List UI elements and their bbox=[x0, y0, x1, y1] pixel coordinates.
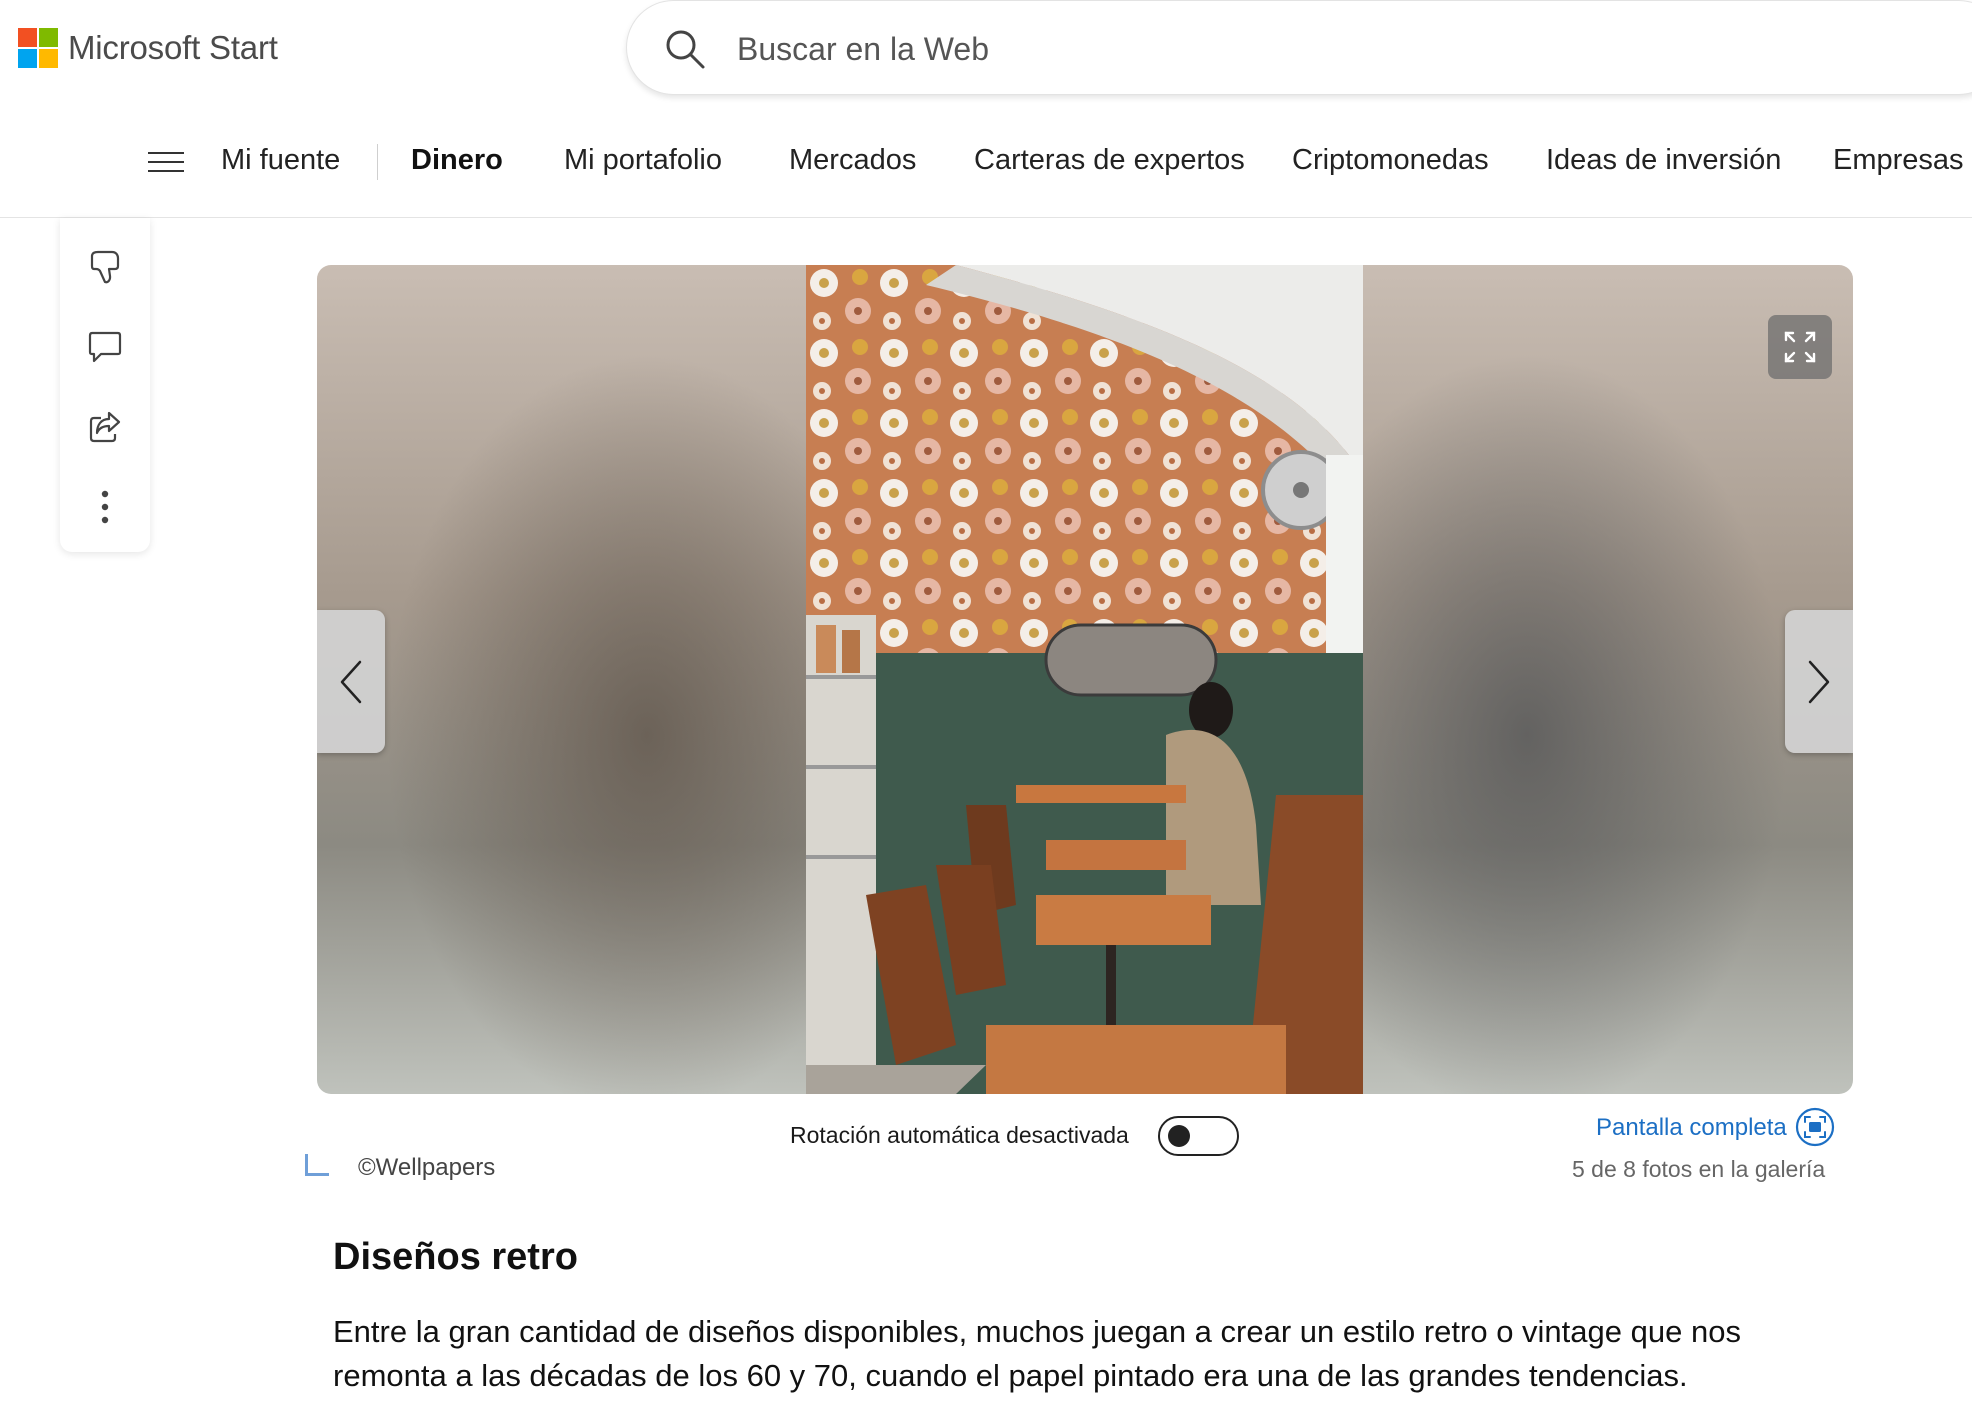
category-nav: Mi fuente Dinero Mi portafolio Mercados … bbox=[0, 134, 1972, 218]
next-photo-button[interactable] bbox=[1785, 610, 1853, 753]
search-bar[interactable] bbox=[626, 0, 1972, 95]
article-paragraph: Entre la gran cantidad de diseños dispon… bbox=[333, 1314, 1741, 1393]
nav-item-empresas[interactable]: Empresas bbox=[1833, 144, 1964, 177]
comment-button[interactable] bbox=[82, 324, 128, 370]
more-options-icon bbox=[101, 490, 109, 524]
fullscreen-icon[interactable] bbox=[1795, 1107, 1835, 1147]
expand-icon bbox=[1784, 331, 1816, 363]
brand-name: Microsoft Start bbox=[68, 29, 278, 66]
action-rail bbox=[60, 218, 150, 552]
more-options-button[interactable] bbox=[82, 484, 128, 530]
fullscreen-link[interactable]: Pantalla completa bbox=[1596, 1114, 1787, 1142]
nav-item-carteras-de-expertos[interactable]: Carteras de expertos bbox=[974, 144, 1245, 177]
menu-icon[interactable] bbox=[148, 152, 184, 182]
nav-item-criptomonedas[interactable]: Criptomonedas bbox=[1292, 144, 1489, 177]
share-icon bbox=[89, 411, 121, 443]
search-input[interactable] bbox=[737, 25, 1637, 73]
nav-divider bbox=[377, 144, 378, 180]
dislike-icon bbox=[90, 250, 120, 284]
autorotate-label: Rotación automática desactivada bbox=[790, 1122, 1129, 1148]
toggle-knob bbox=[1168, 1125, 1190, 1147]
nav-item-dinero[interactable]: Dinero bbox=[411, 144, 503, 177]
autorotate-toggle[interactable] bbox=[1158, 1116, 1239, 1156]
comment-icon bbox=[88, 331, 122, 363]
expand-button[interactable] bbox=[1768, 315, 1832, 379]
chevron-right-icon bbox=[1808, 660, 1830, 703]
microsoft-logo-icon bbox=[18, 28, 58, 68]
gallery-photo[interactable] bbox=[806, 265, 1363, 1094]
section-heading: Diseños retro bbox=[333, 1236, 578, 1278]
brand-logo[interactable]: Microsoft Start bbox=[18, 28, 278, 68]
gallery-photo-count: 5 de 8 fotos en la galería bbox=[1572, 1156, 1826, 1182]
nav-item-mercados[interactable]: Mercados bbox=[789, 144, 916, 177]
attribution-corner-icon bbox=[305, 1154, 329, 1176]
dislike-button[interactable] bbox=[82, 244, 128, 290]
share-button[interactable] bbox=[82, 404, 128, 450]
nav-item-mi-fuente[interactable]: Mi fuente bbox=[221, 144, 340, 177]
cafe-interior-image bbox=[806, 265, 1363, 1094]
chevron-left-icon bbox=[340, 660, 362, 703]
search-icon[interactable] bbox=[663, 27, 707, 71]
photo-gallery bbox=[317, 265, 1853, 1094]
nav-item-ideas-de-inversion[interactable]: Ideas de inversión bbox=[1546, 144, 1781, 177]
nav-item-mi-portafolio[interactable]: Mi portafolio bbox=[564, 144, 722, 177]
previous-photo-button[interactable] bbox=[317, 610, 385, 753]
photo-attribution: ©Wellpapers bbox=[358, 1154, 496, 1181]
header: Microsoft Start bbox=[0, 0, 1972, 100]
